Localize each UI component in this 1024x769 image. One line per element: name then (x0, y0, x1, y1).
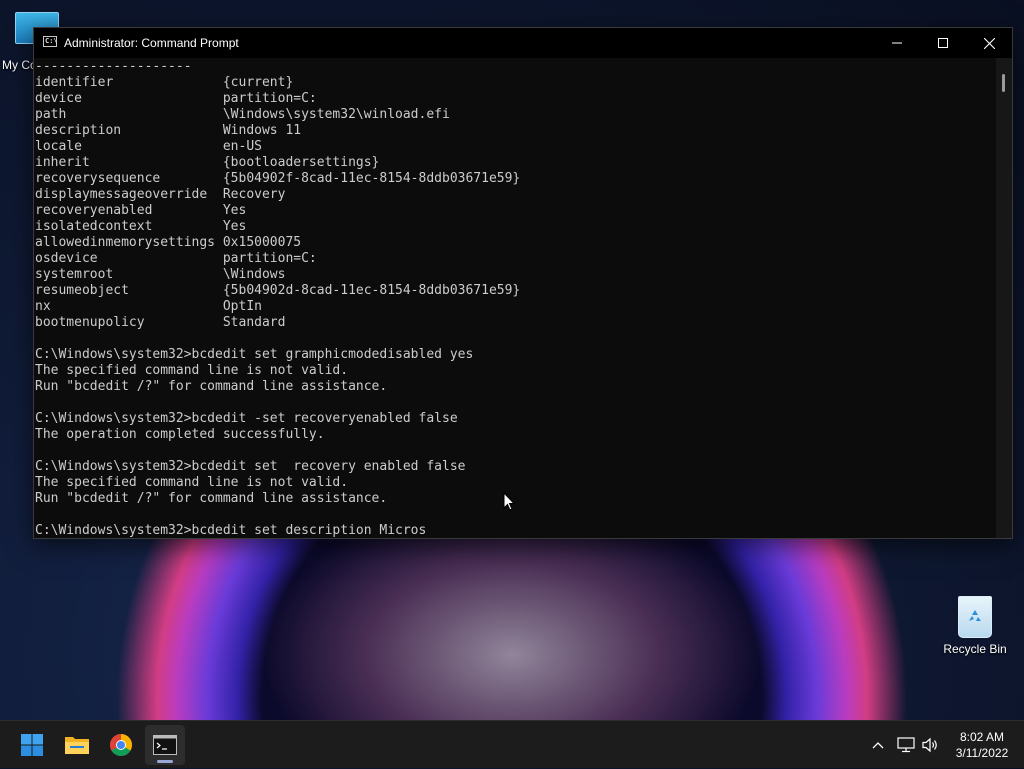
clock-time: 8:02 AM (959, 730, 1005, 744)
recycle-bin-icon (958, 596, 992, 638)
console-line: identifier {current} (35, 75, 294, 90)
chrome-button[interactable] (101, 725, 141, 765)
console-line: Run "bcdedit /?" for command line assist… (35, 491, 388, 506)
file-explorer-icon (65, 737, 89, 754)
minimize-icon (892, 42, 902, 44)
console-line: The specified command line is not valid. (35, 363, 349, 378)
my-computer-label: My Co (2, 58, 37, 72)
system-clock[interactable]: 8:02 AM 3/11/2022 (948, 729, 1016, 761)
console-line: C:\Windows\system32>bcdedit set gramphic… (35, 347, 474, 362)
console-text: -------------------- identifier {current}… (35, 59, 996, 538)
chevron-up-icon (872, 742, 884, 749)
network-button[interactable] (896, 721, 916, 769)
console-line: nx OptIn (35, 299, 262, 314)
close-icon (983, 37, 995, 49)
console-output[interactable]: -------------------- identifier {current}… (34, 58, 996, 538)
console-line: osdevice partition=C: (35, 251, 317, 266)
console-line: isolatedcontext Yes (35, 219, 247, 234)
console-line: Run "bcdedit /?" for command line assist… (35, 379, 388, 394)
file-explorer-button[interactable] (57, 725, 97, 765)
console-line: displaymessageoverride Recovery (35, 187, 286, 202)
start-button[interactable] (12, 725, 52, 765)
network-icon (897, 737, 915, 753)
console-line: -------------------- (35, 59, 192, 74)
show-hidden-icons-button[interactable] (868, 721, 888, 769)
console-line: C:\Windows\system32>bcdedit set recovery… (35, 459, 466, 474)
console-line: allowedinmemorysettings 0x15000075 (35, 235, 302, 250)
volume-icon (922, 737, 937, 753)
recycle-bin-label: Recycle Bin (943, 642, 1007, 656)
scrollbar-thumb[interactable] (1002, 74, 1005, 92)
console-line: recoveryenabled Yes (35, 203, 247, 218)
window-title: Administrator: Command Prompt (64, 36, 239, 50)
recycle-bin-desktop-icon[interactable]: Recycle Bin (938, 596, 1012, 656)
console-line: The operation completed successfully. (35, 427, 325, 442)
active-app-indicator (157, 760, 173, 763)
maximize-button[interactable] (920, 28, 966, 58)
console-line: C:\Windows\system32>bcdedit set descript… (35, 523, 427, 538)
console-line: path \Windows\system32\winload.efi (35, 107, 450, 122)
minimize-button[interactable] (874, 28, 920, 58)
command-prompt-icon (153, 735, 177, 755)
close-button[interactable] (966, 28, 1012, 58)
command-prompt-taskbar-button[interactable] (145, 725, 185, 765)
chrome-icon (110, 734, 132, 756)
console-line: C:\Windows\system32>bcdedit -set recover… (35, 411, 458, 426)
command-prompt-window[interactable]: C:\ Administrator: Command Prompt ------… (33, 27, 1013, 539)
vertical-scrollbar[interactable] (996, 58, 1012, 538)
console-line: recoverysequence {5b04902f-8cad-11ec-815… (35, 171, 521, 186)
start-icon (21, 734, 43, 756)
console-line: locale en-US (35, 139, 262, 154)
console-line: device partition=C: (35, 91, 317, 106)
taskbar: 8:02 AM 3/11/2022 (0, 720, 1024, 768)
console-line: description Windows 11 (35, 123, 302, 138)
clock-date: 3/11/2022 (955, 746, 1009, 760)
command-prompt-icon: C:\ (43, 36, 58, 47)
maximize-icon (938, 38, 948, 48)
console-line: inherit {bootloadersettings} (35, 155, 380, 170)
volume-button[interactable] (920, 721, 940, 769)
console-line: resumeobject {5b04902d-8cad-11ec-8154-8d… (35, 283, 521, 298)
console-line: bootmenupolicy Standard (35, 315, 286, 330)
window-titlebar[interactable]: C:\ Administrator: Command Prompt (34, 28, 1012, 58)
console-line: systemroot \Windows (35, 267, 286, 282)
console-line: The specified command line is not valid. (35, 475, 349, 490)
mouse-pointer-icon (503, 492, 515, 511)
